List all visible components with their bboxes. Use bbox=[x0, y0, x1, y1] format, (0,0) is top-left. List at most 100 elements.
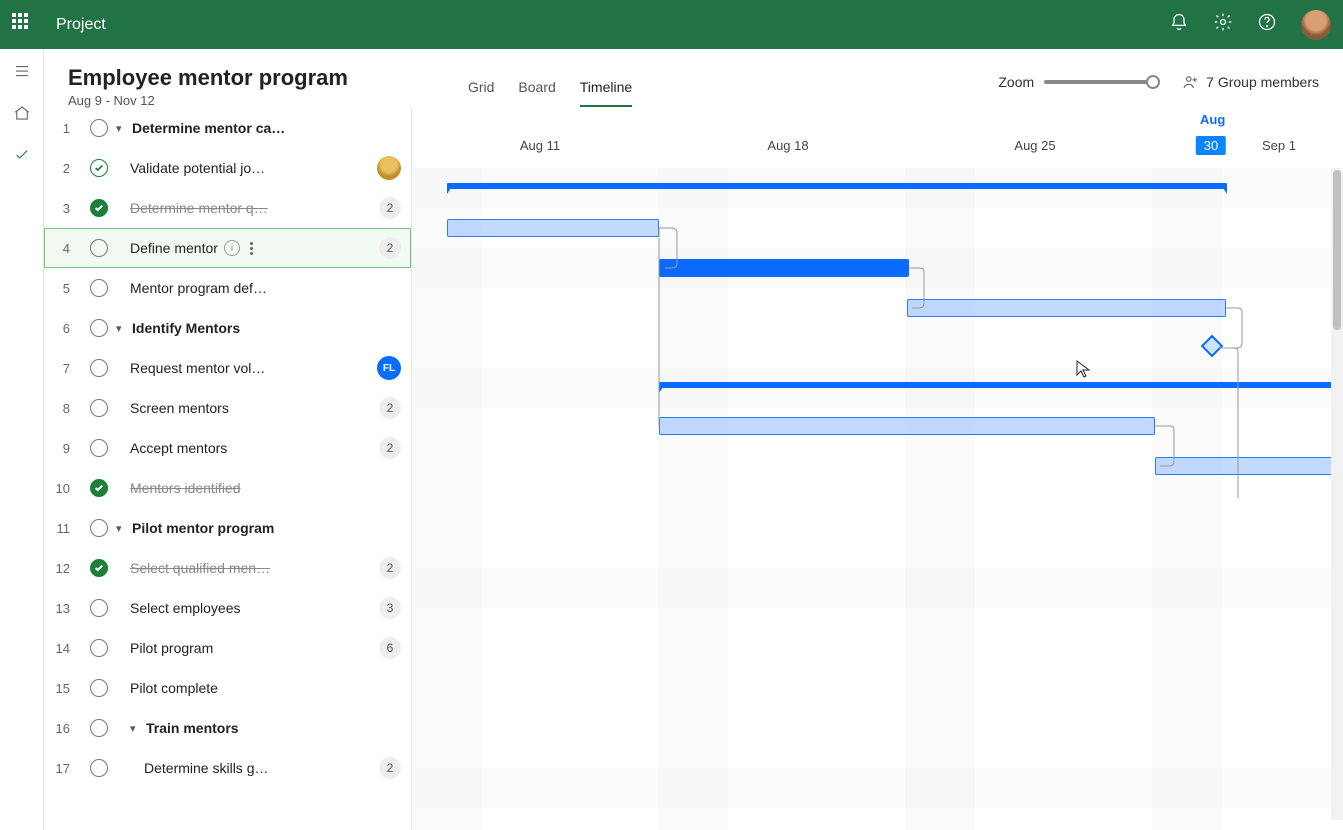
help-icon[interactable] bbox=[1257, 12, 1277, 37]
status-done-icon[interactable] bbox=[90, 559, 108, 577]
task-name: Determine skills g… bbox=[144, 760, 268, 776]
gantt-summary-bar[interactable] bbox=[659, 382, 1343, 388]
task-name: Screen mentors bbox=[130, 400, 229, 416]
task-row[interactable]: 9Accept mentors2 bbox=[44, 428, 411, 468]
task-row[interactable]: 17Determine skills g…2 bbox=[44, 748, 411, 788]
task-name: Select qualified men… bbox=[130, 560, 270, 576]
timeline-date: Aug 11 bbox=[520, 138, 560, 153]
settings-icon[interactable] bbox=[1213, 12, 1233, 37]
status-done-icon[interactable] bbox=[90, 199, 108, 217]
page-title: Employee mentor program bbox=[68, 65, 348, 91]
status-open-icon[interactable] bbox=[90, 599, 108, 617]
tab-board[interactable]: Board bbox=[518, 79, 555, 107]
task-row[interactable]: 8Screen mentors2 bbox=[44, 388, 411, 428]
row-number: 2 bbox=[50, 161, 70, 176]
task-row[interactable]: 7 Request mentor vol… FL bbox=[44, 348, 411, 388]
task-row[interactable]: 2 Validate potential jo… bbox=[44, 148, 411, 188]
notifications-icon[interactable] bbox=[1169, 12, 1189, 37]
task-row[interactable]: 4Define mentori2 bbox=[44, 228, 411, 268]
gantt-task-bar[interactable] bbox=[659, 417, 1155, 435]
task-row[interactable]: 10Mentors identified bbox=[44, 468, 411, 508]
count-badge: 2 bbox=[379, 397, 401, 419]
task-name: Pilot program bbox=[130, 640, 213, 656]
chevron-down-icon[interactable]: ▾ bbox=[116, 322, 130, 335]
menu-icon[interactable] bbox=[12, 61, 32, 81]
task-name: Pilot mentor program bbox=[132, 520, 274, 536]
gantt-summary-bar[interactable] bbox=[447, 183, 1227, 189]
zoom-label: Zoom bbox=[998, 74, 1034, 90]
task-name: Select employees bbox=[130, 600, 241, 616]
status-done-icon[interactable] bbox=[90, 479, 108, 497]
task-name: Request mentor vol… bbox=[130, 360, 265, 376]
count-badge: 6 bbox=[379, 637, 401, 659]
status-progress-icon[interactable] bbox=[90, 159, 108, 177]
task-row[interactable]: 5Mentor program def… bbox=[44, 268, 411, 308]
count-badge: 2 bbox=[379, 557, 401, 579]
task-row[interactable]: 11▾Pilot mentor program bbox=[44, 508, 411, 548]
assignee-avatar[interactable]: FL bbox=[377, 356, 401, 380]
task-row[interactable]: 1▾Determine mentor ca… bbox=[44, 108, 411, 148]
tab-timeline[interactable]: Timeline bbox=[580, 79, 632, 107]
timeline-pane[interactable]: Aug Aug 11 Aug 18 Aug 25 30 Sep 1 bbox=[412, 108, 1343, 830]
group-members-button[interactable]: 7 Group members bbox=[1182, 73, 1319, 91]
task-name: Accept mentors bbox=[130, 440, 227, 456]
task-name: Pilot complete bbox=[130, 680, 218, 696]
status-open-icon[interactable] bbox=[90, 719, 108, 737]
gantt-task-bar[interactable] bbox=[659, 259, 909, 277]
gantt-task-bar[interactable] bbox=[907, 299, 1226, 317]
row-number: 7 bbox=[50, 361, 70, 376]
task-name: Validate potential jo… bbox=[130, 160, 265, 176]
gantt-task-bar[interactable] bbox=[1155, 457, 1343, 475]
task-row[interactable]: 15 Pilot complete bbox=[44, 668, 411, 708]
timeline-date: Aug 25 bbox=[1014, 138, 1055, 153]
row-number: 12 bbox=[50, 561, 70, 576]
timeline-date: Aug 18 bbox=[767, 138, 808, 153]
row-number: 14 bbox=[50, 641, 70, 656]
status-open-icon[interactable] bbox=[90, 119, 108, 137]
timeline-header: Aug Aug 11 Aug 18 Aug 25 30 Sep 1 bbox=[412, 108, 1343, 168]
mouse-cursor-icon bbox=[1076, 360, 1090, 378]
status-open-icon[interactable] bbox=[90, 279, 108, 297]
gantt-milestone[interactable] bbox=[1201, 335, 1224, 358]
task-row[interactable]: 6▾Identify Mentors bbox=[44, 308, 411, 348]
row-number: 15 bbox=[50, 681, 70, 696]
status-open-icon[interactable] bbox=[90, 359, 108, 377]
tab-grid[interactable]: Grid bbox=[468, 79, 494, 107]
status-open-icon[interactable] bbox=[90, 319, 108, 337]
check-icon[interactable] bbox=[12, 145, 32, 165]
user-avatar[interactable] bbox=[1301, 10, 1331, 40]
home-icon[interactable] bbox=[12, 103, 32, 123]
timeline-scrollbar[interactable] bbox=[1331, 168, 1343, 820]
task-row[interactable]: 12 Select qualified men… 2 bbox=[44, 548, 411, 588]
zoom-slider[interactable] bbox=[1044, 80, 1154, 84]
task-row[interactable]: 3Determine mentor q…2 bbox=[44, 188, 411, 228]
status-open-icon[interactable] bbox=[90, 239, 108, 257]
status-open-icon[interactable] bbox=[90, 519, 108, 537]
row-number: 10 bbox=[50, 481, 70, 496]
chevron-down-icon[interactable]: ▾ bbox=[116, 522, 130, 535]
kebab-menu-icon[interactable] bbox=[250, 242, 253, 255]
chevron-down-icon[interactable]: ▾ bbox=[116, 122, 130, 135]
app-launcher-icon[interactable] bbox=[12, 13, 36, 37]
chevron-down-icon[interactable]: ▾ bbox=[130, 722, 144, 735]
task-row[interactable]: 16▾Train mentors bbox=[44, 708, 411, 748]
info-icon[interactable]: i bbox=[224, 240, 240, 256]
page-header: Employee mentor program Aug 9 - Nov 12 G… bbox=[44, 49, 1343, 108]
task-row[interactable]: 13Select employees3 bbox=[44, 588, 411, 628]
gantt-task-bar[interactable] bbox=[447, 219, 659, 237]
status-open-icon[interactable] bbox=[90, 399, 108, 417]
status-open-icon[interactable] bbox=[90, 759, 108, 777]
row-number: 4 bbox=[50, 241, 70, 256]
status-open-icon[interactable] bbox=[90, 439, 108, 457]
view-tabs: Grid Board Timeline bbox=[468, 79, 632, 107]
row-number: 6 bbox=[50, 321, 70, 336]
task-list[interactable]: 1▾Determine mentor ca… 2 Validate potentia… bbox=[44, 108, 412, 830]
app-name: Project bbox=[56, 16, 106, 34]
row-number: 3 bbox=[50, 201, 70, 216]
assignee-avatar[interactable] bbox=[377, 156, 401, 180]
top-bar: Project bbox=[0, 0, 1343, 49]
task-row[interactable]: 14 Pilot program 6 bbox=[44, 628, 411, 668]
status-open-icon[interactable] bbox=[90, 639, 108, 657]
status-open-icon[interactable] bbox=[90, 679, 108, 697]
count-badge: 2 bbox=[379, 757, 401, 779]
